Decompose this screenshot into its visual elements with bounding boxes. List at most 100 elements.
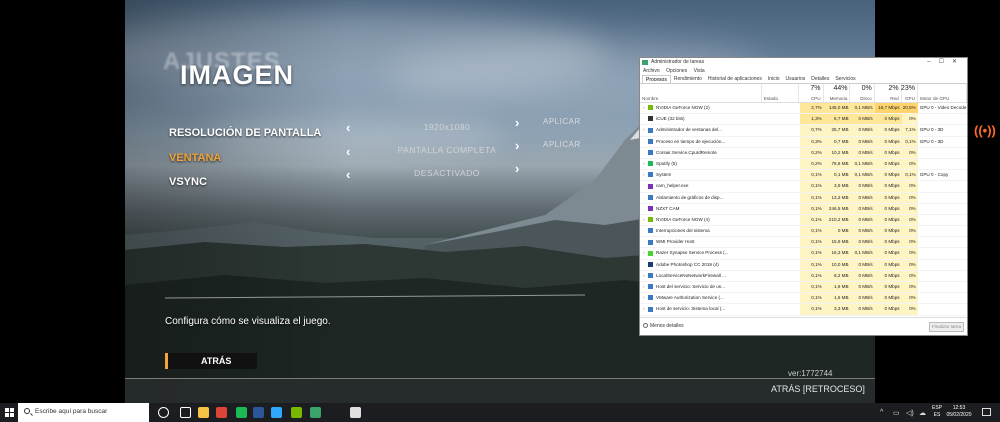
task-view-icon[interactable] [180,407,191,418]
process-mem: 10,2 MB [823,147,851,158]
process-icon [648,161,653,167]
tab-app-history[interactable]: Historial de aplicaciones [705,75,765,83]
process-name: › Administrador de ventanas del... [640,125,762,135]
table-row[interactable]: Proceso en tiempo de ejecución... 0,3% 0,7… [640,136,967,148]
process-net: 0 Mbps [874,170,902,181]
chevron-right-icon[interactable]: › [515,161,519,176]
chevron-left-icon[interactable]: ‹ [346,144,350,159]
process-gpu-engine [918,193,967,203]
onedrive-icon[interactable]: ☁ [919,409,926,417]
apply-button-resolution[interactable]: APLICAR [543,117,581,126]
process-icon [648,217,653,223]
table-row[interactable]: › NVIDIA GeForce NOW (2) 2,7% 145,0 MB 0,1 M… [640,103,967,115]
column-disk[interactable]: 0% Disco [850,84,875,102]
process-status [762,193,799,203]
table-row[interactable]: › System 0,1% 0,1 MB 0,1 MB/s 0 Mbps 0,1% GPU 0… [640,170,967,182]
process-name: › Host del servicio: Servicio de us... [640,282,762,292]
table-row[interactable]: Adobe Photoshop CC 2019 (4) 0,1% 10,0 MB 0 … [640,259,967,271]
menu-file[interactable]: Archivo [643,68,660,74]
game-bottom-bar [125,378,875,403]
table-row[interactable]: › Host de servicio: Sistema local (... 0,1… [640,304,967,316]
apply-button-window[interactable]: APLICAR [543,140,581,149]
language-indicator[interactable]: ESP ES [932,405,942,419]
tab-users[interactable]: Usuarios [783,75,809,83]
less-details-button[interactable]: Menos detalles [643,323,684,329]
cortana-icon[interactable] [158,407,169,418]
window-controls[interactable]: –☐✕ [927,58,965,67]
table-row[interactable]: › Razer Synapse Service Process (... 0,1% 1… [640,248,967,260]
chevron-right-icon[interactable]: › [515,138,519,153]
setting-label-resolution[interactable]: RESOLUCIÓN DE PANTALLA [169,127,321,139]
table-row[interactable]: › VMware Authorization Service (... 0,1% 1,… [640,293,967,305]
process-mem: 0,7 MB [823,136,851,147]
column-cpu[interactable]: 7% CPU [799,84,824,102]
table-row[interactable]: NZXT CAM 0,1% 246,5 MB 0 MB/s 0 Mbps 0% [640,203,967,215]
process-cpu: 2,7% [799,103,824,114]
search-box[interactable]: Escribe aquí para buscar [18,403,149,422]
process-name: › LocalServiceNoNetworkFirewall ... [640,271,762,281]
chevron-left-icon[interactable]: ‹ [346,167,350,182]
network-icon[interactable]: ▭ [893,409,900,417]
task-manager-icon[interactable] [310,407,321,418]
column-name[interactable]: Nombre [640,84,762,102]
volume-icon[interactable]: ◁) [906,409,914,417]
setting-label-vsync[interactable]: VSYNC [169,176,207,188]
table-row[interactable]: › Host del servicio: Servicio de us... 0,1… [640,282,967,294]
process-gpu-engine [918,282,967,292]
process-gpu: 0% [901,259,918,270]
setting-value-resolution: 1920x1080 [423,122,471,132]
chevron-right-icon[interactable]: › [515,115,519,130]
table-row[interactable]: Aislamiento de gráficos de disp... 0,1% 13… [640,192,967,204]
column-gpu-engine[interactable]: Motor de GPU [918,84,967,102]
process-cpu: 0,1% [799,192,824,203]
table-row[interactable]: Corsair.Service.CpuIdRemote 0,2% 10,2 MB 0 … [640,147,967,159]
menu-options[interactable]: Opciones [666,68,687,74]
table-row[interactable]: WMI Provider Host 0,1% 15,9 MB 0 MB/s 0 Mbps… [640,237,967,249]
notification-icon[interactable] [982,408,991,416]
process-gpu: 0% [901,270,918,281]
process-cpu: 0,1% [799,237,824,248]
process-mem: 13,3 MB [823,192,851,203]
end-task-button[interactable]: Finalizar tarea [929,322,964,332]
menu-view[interactable]: Vista [694,68,705,74]
table-row[interactable]: › Spotify (5) 0,2% 78,6 MB 0,1 MB/s 0 Mbps 0% [640,158,967,171]
geforce-now-icon[interactable] [291,407,302,418]
column-gpu[interactable]: 23% GPU [901,84,918,102]
table-row[interactable]: cam_helper.exe 0,1% 3,9 MB 0 MB/s 0 Mbps 0% [640,181,967,193]
process-disk: 0 MB/s [850,259,875,270]
windows-start-icon[interactable] [5,408,14,417]
file-explorer-icon[interactable] [198,407,209,418]
chevron-up-icon[interactable]: ^ [880,409,883,416]
chrome-icon[interactable] [216,407,227,418]
broadcast-icon[interactable]: ((•)) [974,123,996,138]
tab-processes[interactable]: Procesos [642,75,671,83]
tab-performance[interactable]: Rendimiento [671,75,705,83]
process-disk: 0,1 MB/s [850,170,875,181]
table-row[interactable]: › Administrador de ventanas del... 0,7% 25,… [640,125,967,137]
clock[interactable]: 12:53 05/02/2020 [944,405,974,419]
tab-startup[interactable]: Inicio [765,75,783,83]
chevron-left-icon[interactable]: ‹ [346,120,350,135]
tab-details[interactable]: Detalles [808,75,832,83]
back-button[interactable]: ATRÁS [165,353,257,369]
menu-bar: Archivo Opciones Vista [640,67,967,75]
tab-services[interactable]: Servicios [832,75,858,83]
table-row[interactable]: iCUE (32 bits) 1,3% 6,7 MB 0 MB/s 0 Mbps 0% [640,114,967,126]
table-row[interactable]: › LocalServiceNoNetworkFirewall ... 0,1% 8,… [640,270,967,282]
column-memory[interactable]: 44% Memoria [824,84,851,102]
process-mem: 0 MB [823,226,851,237]
process-status [762,159,799,169]
process-name: › NVIDIA GeForce NOW (2) [640,103,762,113]
process-name: Proceso en tiempo de ejecución... [640,137,762,147]
column-status[interactable]: Estado [762,84,800,102]
photoshop-icon[interactable] [271,407,282,418]
snipping-icon[interactable] [350,407,361,418]
process-gpu-engine [918,237,967,247]
setting-label-window[interactable]: VENTANA [169,152,221,164]
column-network[interactable]: 2% Red [875,84,902,102]
table-row[interactable]: › NVIDIA GeForce NOW (4) 0,1% 210,2 MB 0 MB/… [640,214,967,227]
back-hint[interactable]: ATRÁS [RETROCESO] [771,384,865,394]
word-icon[interactable] [253,407,264,418]
table-row[interactable]: Interrupciones del sistema 0,1% 0 MB 0 MB/s… [640,226,967,238]
spotify-icon[interactable] [236,407,247,418]
